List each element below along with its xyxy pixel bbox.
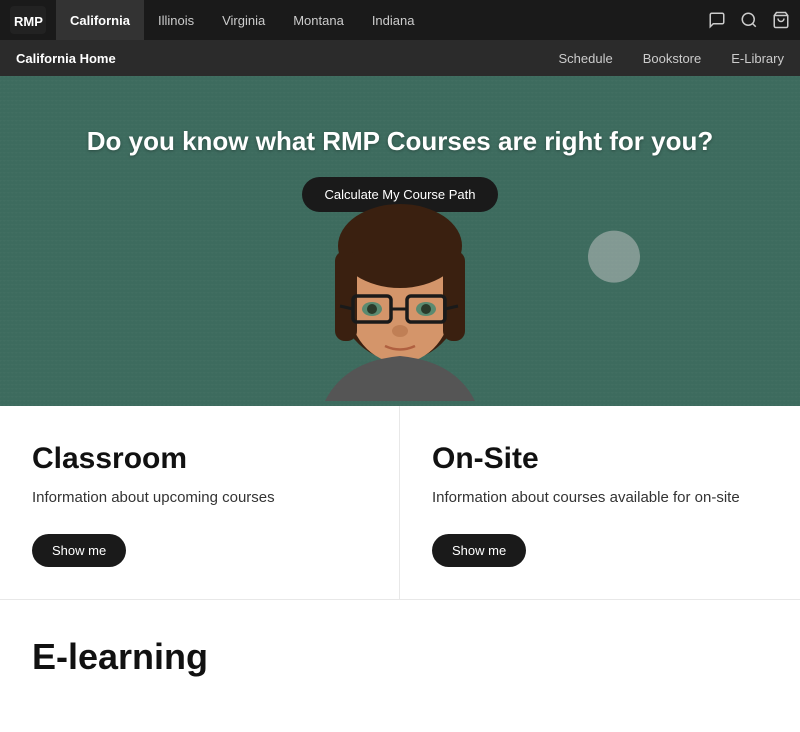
classroom-card: Classroom Information about upcoming cou… — [0, 406, 400, 600]
secondary-nav-links: Schedule Bookstore E-Library — [558, 51, 784, 66]
secondary-nav-schedule[interactable]: Schedule — [558, 51, 612, 66]
nav-link-california[interactable]: California — [56, 0, 144, 40]
cards-section: Classroom Information about upcoming cou… — [0, 406, 800, 600]
nav-link-indiana[interactable]: Indiana — [358, 0, 429, 40]
classroom-show-button[interactable]: Show me — [32, 534, 126, 567]
rmp-logo[interactable]: RMP — [10, 6, 46, 34]
hero-section: Do you know what RMP Courses are right f… — [0, 76, 800, 406]
top-nav-links: California Illinois Virginia Montana Ind… — [56, 0, 708, 40]
cart-icon[interactable] — [772, 11, 790, 29]
onsite-title: On-Site — [432, 442, 768, 475]
classroom-title: Classroom — [32, 442, 367, 475]
svg-text:RMP: RMP — [14, 14, 43, 29]
onsite-description: Information about courses available for … — [432, 487, 768, 510]
nav-link-virginia[interactable]: Virginia — [208, 0, 279, 40]
secondary-nav-bookstore[interactable]: Bookstore — [643, 51, 702, 66]
hero-title: Do you know what RMP Courses are right f… — [87, 126, 713, 157]
top-nav-icons — [708, 11, 790, 29]
classroom-description: Information about upcoming courses — [32, 487, 367, 510]
secondary-navigation: California Home Schedule Bookstore E-Lib… — [0, 40, 800, 76]
search-icon[interactable] — [740, 11, 758, 29]
hero-image — [285, 191, 515, 406]
onsite-show-button[interactable]: Show me — [432, 534, 526, 567]
hero-decorative-circle — [588, 231, 640, 283]
nav-link-montana[interactable]: Montana — [279, 0, 358, 40]
top-navigation: RMP California Illinois Virginia Montana… — [0, 0, 800, 40]
elearning-title: E-learning — [32, 636, 768, 678]
secondary-nav-home[interactable]: California Home — [16, 51, 116, 66]
secondary-nav-elibrary[interactable]: E-Library — [731, 51, 784, 66]
onsite-card: On-Site Information about courses availa… — [400, 406, 800, 600]
elearning-section: E-learning — [0, 600, 800, 678]
chat-icon[interactable] — [708, 11, 726, 29]
nav-link-illinois[interactable]: Illinois — [144, 0, 208, 40]
